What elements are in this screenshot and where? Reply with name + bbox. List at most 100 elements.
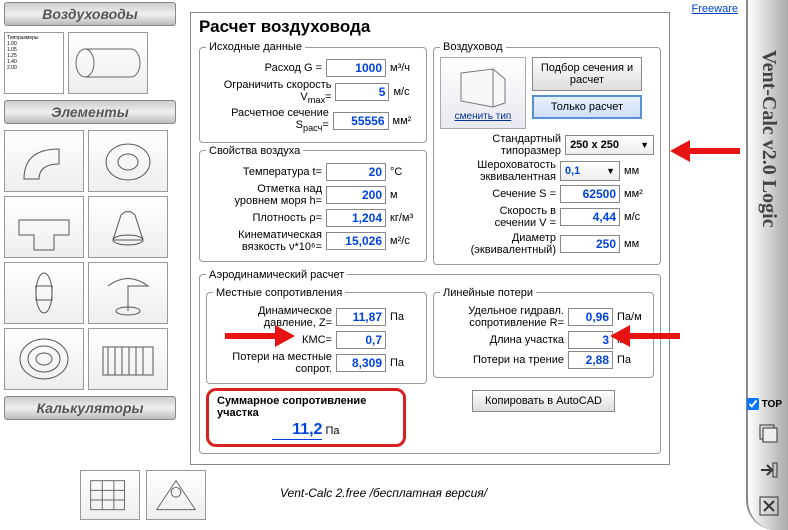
total-value: 11,2 <box>272 421 322 440</box>
kmc-input[interactable]: 0,7 <box>336 331 386 349</box>
calc-drafting-icon[interactable] <box>146 470 206 520</box>
local-legend: Местные сопротивления <box>213 287 345 299</box>
line-legend: Линейные потери <box>440 287 536 299</box>
app-title: Vent-Calc v2.0 Logic <box>757 50 780 228</box>
S-label: Сечение S = <box>492 188 556 200</box>
dyn-output: 11,87 <box>336 308 386 326</box>
total-unit: Па <box>326 425 340 437</box>
export-icon[interactable] <box>755 456 783 484</box>
damper-icon[interactable] <box>4 262 84 324</box>
temp-input[interactable]: 20 <box>326 163 386 181</box>
section-label: Расчетное сечение Sрасч= <box>206 107 329 133</box>
calc-only-button[interactable]: Только расчет <box>532 95 642 119</box>
left-panel: Воздуховоды Типоразмеры1.001.051.251.402… <box>0 0 180 422</box>
R-label: Удельное гидравл. сопротивление R= <box>454 305 564 329</box>
D-unit: мм <box>624 238 654 250</box>
heater-icon[interactable] <box>88 328 168 390</box>
rough-label: Шероховатость эквивалентная <box>456 159 556 183</box>
L-label: Длина участка <box>490 334 564 346</box>
grille-icon[interactable] <box>4 328 84 390</box>
dens-label: Плотность ρ= <box>252 212 322 224</box>
chevron-down-icon: ▼ <box>606 166 615 176</box>
S-output: 62500 <box>560 185 620 203</box>
alt-input[interactable]: 200 <box>326 186 386 204</box>
section-output: 55556 <box>333 112 389 130</box>
D-output: 250 <box>560 235 620 253</box>
flow-label: Расход G = <box>265 62 322 74</box>
fric-output: 2,88 <box>568 351 613 369</box>
version-text: Vent-Calc 2.free /бесплатная версия/ <box>280 486 487 500</box>
total-result: Суммарное сопротивление участка 11,2 Па <box>206 388 406 447</box>
main-panel: Расчет воздуховода Исходные данные Расхо… <box>190 12 670 465</box>
vmax-input[interactable]: 5 <box>335 83 389 101</box>
local-fieldset: Местные сопротивления Динамическое давле… <box>206 287 427 384</box>
temp-label: Температура t= <box>243 166 322 178</box>
dens-output: 1,204 <box>326 209 386 227</box>
sidebar-header-ducts[interactable]: Воздуховоды <box>4 2 176 26</box>
S-unit: мм² <box>624 188 654 200</box>
change-type-link[interactable]: сменить тип <box>455 111 512 122</box>
rough-unit: мм <box>624 165 654 177</box>
L-input[interactable]: 3 <box>568 331 613 349</box>
sidebar-header-elements[interactable]: Элементы <box>4 100 176 124</box>
size-select[interactable]: 250 x 250▼ <box>565 135 654 155</box>
flow-unit: м³/ч <box>390 62 420 74</box>
alt-label: Отметка над уровнем моря h= <box>212 183 322 207</box>
elbow-icon[interactable] <box>4 130 84 192</box>
loss-output: 8,309 <box>336 354 386 372</box>
rough-select[interactable]: 0,1▼ <box>560 161 620 181</box>
loss-label: Потери на местные сопрот. <box>232 351 332 375</box>
source-fieldset: Исходные данные Расход G = 1000 м³/ч Огран… <box>199 41 427 143</box>
L-unit: м <box>617 334 647 346</box>
duct-fieldset: Воздуховод сменить тип Подбор сечения и … <box>433 41 661 265</box>
close-icon[interactable] <box>755 492 783 520</box>
pick-section-button[interactable]: Подбор сечения и расчет <box>532 57 642 91</box>
freeware-link[interactable]: Freeware <box>692 3 738 15</box>
aero-legend: Аэродинамический расчет <box>206 269 347 281</box>
size-label: Стандартный типоразмер <box>440 133 561 157</box>
duct-preview[interactable]: сменить тип <box>440 57 526 129</box>
cap-icon[interactable] <box>88 196 168 258</box>
visc-output: 15,026 <box>326 232 386 250</box>
R-output: 0,96 <box>568 308 613 326</box>
visc-label: Кинематическая вязкость ν*10⁶= <box>212 229 322 253</box>
duct-legend: Воздуховод <box>440 41 506 53</box>
alt-unit: м <box>390 189 420 201</box>
top-label: TOP <box>762 399 782 410</box>
tee-icon[interactable] <box>4 196 84 258</box>
reducer-icon[interactable] <box>88 130 168 192</box>
duct-table-icon[interactable]: Типоразмеры1.001.051.251.402.00 <box>4 32 64 94</box>
dyn-label: Динамическое давление, Z= <box>232 305 332 329</box>
kmc-label: КМС= <box>302 334 332 346</box>
total-label: Суммарное сопротивление участка <box>217 395 395 419</box>
dyn-unit: Па <box>390 311 420 323</box>
top-check-input[interactable] <box>747 398 759 410</box>
fric-unit: Па <box>617 354 647 366</box>
sidebar-header-calc[interactable]: Калькуляторы <box>4 396 176 420</box>
D-label: Диаметр (эквивалентный) <box>456 232 556 256</box>
copy-autocad-button[interactable]: Копировать в AutoCAD <box>472 390 615 412</box>
visc-unit: м²/с <box>390 235 420 247</box>
air-legend: Свойства воздуха <box>206 145 303 157</box>
V-label: Скорость в сечении V = <box>476 205 556 229</box>
flow-input[interactable]: 1000 <box>326 59 386 77</box>
section-unit: мм² <box>393 115 420 127</box>
umbrella-icon[interactable] <box>88 262 168 324</box>
dens-unit: кг/м³ <box>390 212 420 224</box>
fric-label: Потери на трение <box>473 354 564 366</box>
source-legend: Исходные данные <box>206 41 305 53</box>
calc-building-icon[interactable] <box>80 470 140 520</box>
vmax-label: Ограничить скорость Vmax= <box>206 79 332 105</box>
stack-icon[interactable] <box>755 420 783 448</box>
arrow-annotation-icon <box>670 136 740 169</box>
chevron-down-icon: ▼ <box>640 140 649 150</box>
R-unit: Па/м <box>617 311 647 323</box>
round-duct-icon[interactable] <box>68 32 148 94</box>
line-fieldset: Линейные потери Удельное гидравл. сопрот… <box>433 287 654 378</box>
temp-unit: °C <box>390 166 420 178</box>
V-unit: м/с <box>624 211 654 223</box>
aero-fieldset: Аэродинамический расчет Местные сопротив… <box>199 269 661 454</box>
top-checkbox[interactable]: TOP <box>747 398 782 410</box>
air-fieldset: Свойства воздуха Температура t= 20 °C Отме… <box>199 145 427 262</box>
page-title: Расчет воздуховода <box>199 17 661 37</box>
